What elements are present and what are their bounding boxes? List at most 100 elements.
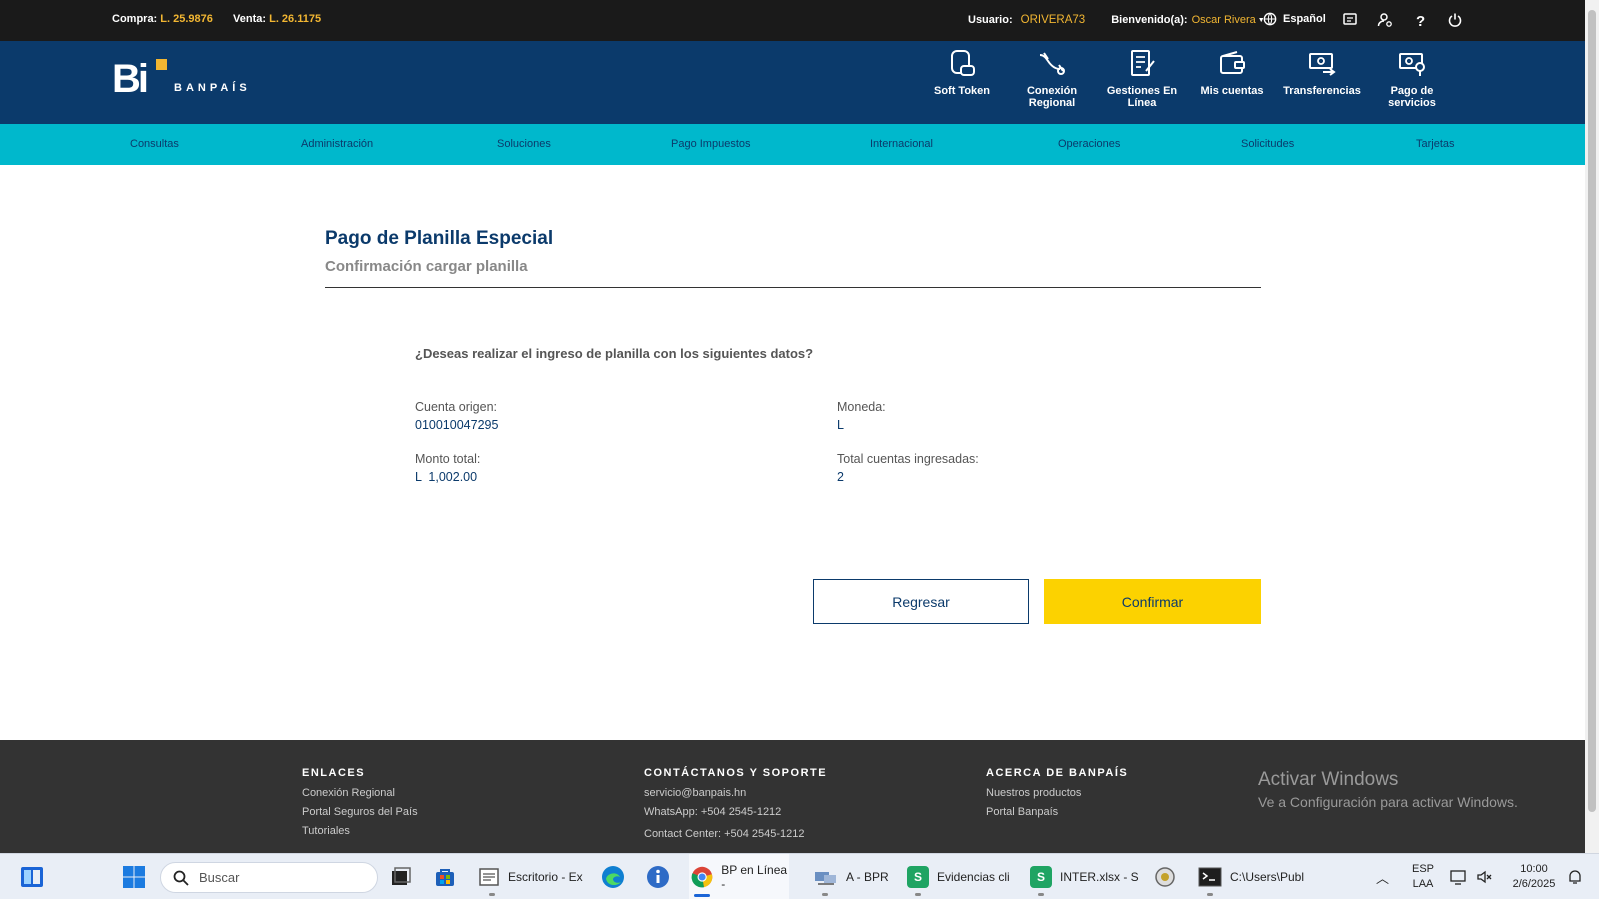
taskbar-app-label: A - BPR (846, 870, 889, 884)
help-icon[interactable]: ? (1412, 12, 1428, 28)
messages-icon[interactable] (1342, 12, 1358, 28)
soft-token-icon (951, 50, 975, 76)
logo-letters: Bi (112, 57, 149, 101)
regional-connection-icon (1039, 52, 1065, 75)
brand-name: BANPAÍS (174, 82, 251, 94)
banpais-logo[interactable]: Bi BANPAÍS (112, 57, 252, 107)
footer-whatsapp[interactable]: WhatsApp: +504 2545-1212 (644, 806, 781, 818)
footer-contact-center[interactable]: Contact Center: +504 2545-1212 (644, 828, 805, 840)
confirmar-button[interactable]: Confirmar (1044, 579, 1261, 624)
title-divider (325, 287, 1261, 288)
notifications-button[interactable] (1567, 854, 1583, 899)
network-drive-icon (815, 872, 836, 885)
footer-email[interactable]: servicio@banpais.hn (644, 787, 746, 799)
start-button[interactable] (122, 854, 146, 899)
footer-link[interactable]: Portal Seguros del País (302, 806, 418, 818)
search-icon (173, 870, 189, 886)
welcome-name[interactable]: Oscar Rivera (1192, 14, 1256, 26)
online-management-icon (1131, 50, 1155, 76)
nav-item-tarjetas[interactable]: Tarjetas (1416, 138, 1455, 150)
nav-item-consultas[interactable]: Consultas (130, 138, 179, 150)
nav-item-solicitudes[interactable]: Solicitudes (1241, 138, 1294, 150)
total-cuentas-value: 2 (837, 470, 844, 484)
file-explorer-icon (479, 868, 499, 886)
page-subtitle: Confirmación cargar planilla (325, 258, 528, 275)
quick-link-conexion-regional[interactable]: Conexión Regional (1007, 49, 1097, 109)
quick-link-label: Gestiones En Línea (1106, 85, 1178, 109)
running-indicator (822, 893, 828, 896)
store-icon (436, 869, 454, 886)
input-language-indicator[interactable]: ESP LAA (1410, 854, 1436, 899)
quick-link-gestiones[interactable]: Gestiones En Línea (1097, 49, 1187, 109)
taskbar-app-chrome[interactable]: BP en Línea - (689, 854, 789, 899)
taskbar-app-evidencias[interactable]: S Evidencias cli (907, 854, 1010, 899)
language-label: Español (1283, 13, 1326, 25)
nav-item-pago-impuestos[interactable]: Pago Impuestos (671, 138, 751, 150)
taskbar-app-label: C:\Users\Publ (1230, 870, 1305, 884)
svg-text:?: ? (1416, 13, 1425, 28)
main-nav: Consultas Administración Soluciones Pago… (0, 124, 1585, 165)
quick-link-mis-cuentas[interactable]: Mis cuentas (1187, 49, 1277, 97)
globe-icon (1263, 12, 1277, 26)
network-icon (1450, 870, 1466, 885)
footer-link[interactable]: Nuestros productos (986, 787, 1081, 799)
language-selector[interactable]: Español (1263, 12, 1326, 26)
running-indicator (1207, 893, 1213, 896)
service-payment-icon (1399, 53, 1425, 76)
info-icon (647, 866, 669, 888)
taskbar-app-info[interactable] (646, 854, 670, 899)
user-info: Usuario: ORIVERA73 Bienvenido(a): Oscar … (968, 14, 1265, 26)
nav-item-soluciones[interactable]: Soluciones (497, 138, 551, 150)
quick-link-label: Transferencias (1283, 85, 1361, 97)
active-indicator (694, 894, 710, 897)
edge-icon (602, 866, 624, 888)
page-scrollbar[interactable] (1585, 0, 1599, 853)
taskbar-app-utility[interactable] (1154, 854, 1176, 899)
user-settings-icon[interactable] (1377, 12, 1393, 28)
page-title: Pago de Planilla Especial (325, 228, 554, 249)
nav-item-operaciones[interactable]: Operaciones (1058, 138, 1120, 150)
quick-link-label: Pago de servicios (1388, 85, 1436, 109)
running-indicator (915, 893, 921, 896)
volume-muted-icon (1477, 870, 1492, 884)
power-icon[interactable] (1447, 12, 1463, 28)
transfer-icon (1309, 53, 1336, 76)
exchange-rates: Compra: L. 25.9876 Venta: L. 26.1175 (112, 13, 321, 25)
footer-acerca-title: ACERCA DE BANPAÍS (986, 767, 1129, 779)
moneda-value: L (837, 418, 844, 432)
footer-link[interactable]: Portal Banpaís (986, 806, 1058, 818)
footer-link[interactable]: Conexión Regional (302, 787, 395, 799)
network-button[interactable] (1450, 854, 1492, 899)
quick-link-pago-servicios[interactable]: Pago de servicios (1367, 49, 1457, 109)
monto-total-label: Monto total: (415, 452, 481, 466)
nav-item-internacional[interactable]: Internacional (870, 138, 933, 150)
taskbar-app-inter[interactable]: S INTER.xlsx - S (1030, 854, 1139, 899)
clock-date: 2/6/2025 (1512, 878, 1556, 890)
clock[interactable]: 10:00 2/6/2025 (1508, 854, 1560, 899)
footer-contacto-title: CONTÁCTANOS Y SOPORTE (644, 767, 828, 779)
footer-link[interactable]: Tutoriales (302, 825, 350, 837)
usuario-value: ORIVERA73 (1020, 14, 1086, 26)
chevron-up-icon: ︿ (1376, 870, 1390, 886)
taskbar-app-label: Escritorio - Ex (508, 870, 583, 884)
clock-time: 10:00 (1520, 863, 1548, 875)
widgets-button[interactable] (20, 854, 44, 899)
scrollbar-thumb[interactable] (1588, 10, 1596, 812)
compra-label: Compra: (112, 13, 158, 25)
monto-total-value: L 1,002.00 (415, 470, 478, 484)
taskbar-app-terminal[interactable]: C:\Users\Publ (1198, 854, 1304, 899)
moneda-label: Moneda: (837, 400, 886, 414)
nav-item-administracion[interactable]: Administración (301, 138, 373, 150)
store-button[interactable] (434, 854, 456, 899)
activate-title: Activar Windows (1258, 769, 1399, 790)
regresar-button[interactable]: Regresar (813, 579, 1029, 624)
tray-overflow-button[interactable]: ︿ (1376, 854, 1389, 899)
taskbar-search[interactable]: Buscar (160, 862, 378, 893)
lang-line2: LAA (1412, 878, 1434, 890)
quick-link-transferencias[interactable]: Transferencias (1277, 49, 1367, 97)
lang-line1: ESP (1411, 863, 1434, 875)
quick-link-label: Mis cuentas (1200, 85, 1264, 97)
taskbar-app-edge[interactable] (601, 854, 625, 899)
quick-link-soft-token[interactable]: Soft Token (917, 49, 1007, 97)
task-view-button[interactable] (390, 854, 412, 899)
